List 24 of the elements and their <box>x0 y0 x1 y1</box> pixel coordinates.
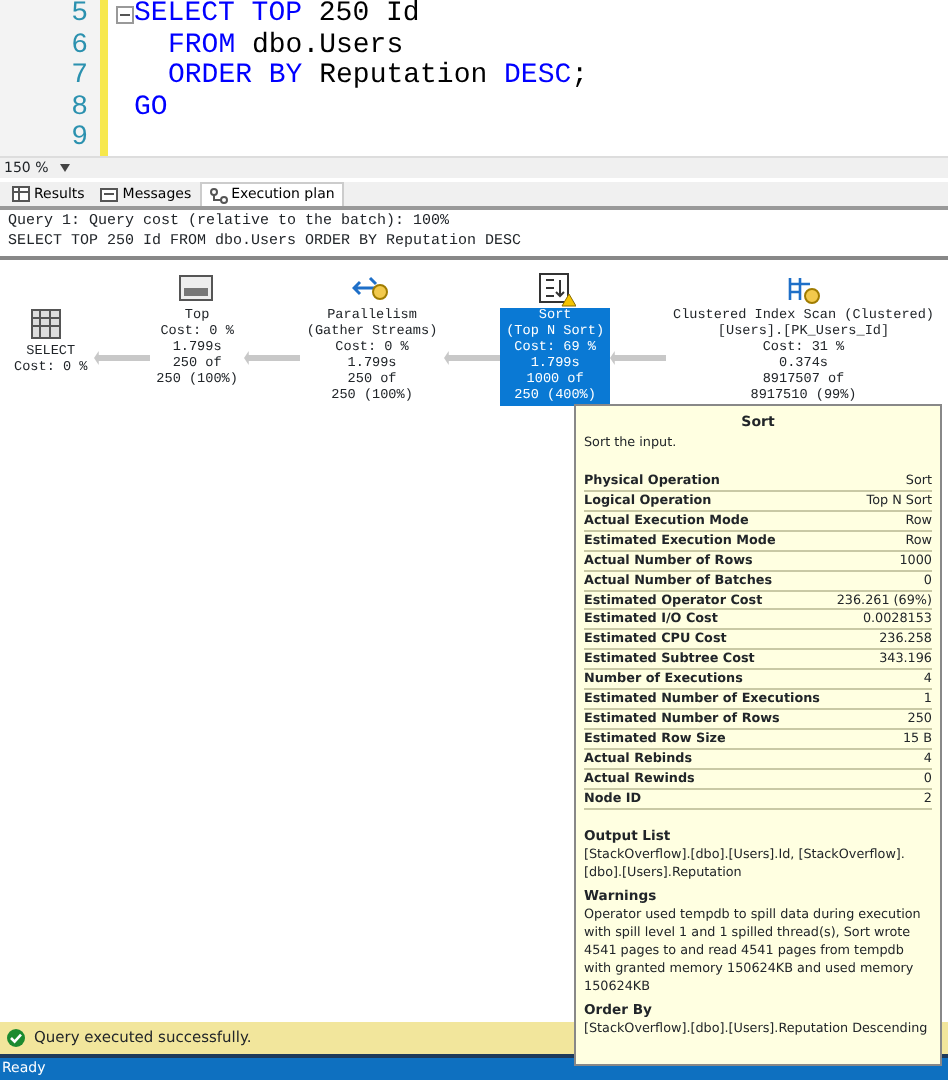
code-text: dbo.Users <box>252 31 404 61</box>
code-text: Reputation <box>319 62 488 93</box>
line-number: 6 <box>69 31 88 62</box>
messages-icon <box>100 186 119 202</box>
flow-arrow <box>443 349 501 366</box>
code-text: ; <box>571 62 589 93</box>
sql-keyword: GO <box>134 93 168 124</box>
grid-icon <box>12 186 30 202</box>
line-number: 9 <box>69 124 88 155</box>
sql-keyword: SELECT TOP <box>134 0 303 31</box>
line-number: 8 <box>69 93 88 124</box>
flow-arrow <box>93 349 151 366</box>
success-icon <box>6 1028 26 1048</box>
sql-keyword: DESC <box>504 62 572 93</box>
sql-keyword: ORDER BY <box>168 62 303 93</box>
line-number: 7 <box>69 62 88 93</box>
code-text: 250 Id <box>318 0 420 31</box>
dropdown-icon <box>60 164 71 172</box>
plan-icon <box>209 187 228 203</box>
sql-keyword: FROM <box>168 31 236 62</box>
flow-arrow <box>610 349 667 366</box>
flow-arrow <box>243 349 301 366</box>
line-number: 5 <box>69 0 88 31</box>
operator-icon <box>783 272 824 308</box>
